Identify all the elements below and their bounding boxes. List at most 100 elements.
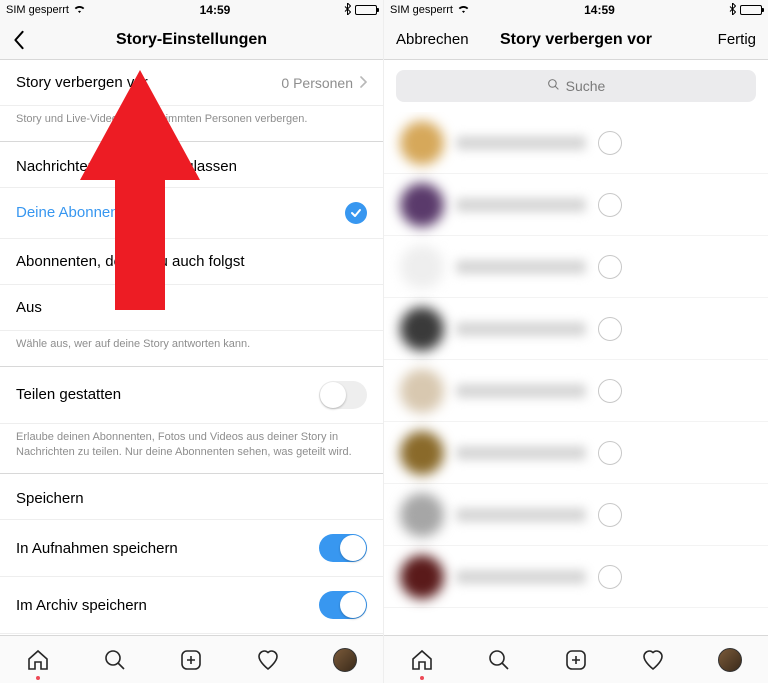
tab-add[interactable] xyxy=(562,646,590,674)
user-avatar-icon xyxy=(400,555,444,599)
reply-option-off[interactable]: Aus xyxy=(0,285,383,331)
reply-option-followers[interactable]: Deine Abonnenten xyxy=(0,188,383,239)
reply-option-following-label: Abonnenten, denen du auch folgst xyxy=(16,253,245,270)
tab-activity[interactable] xyxy=(254,646,282,674)
reply-option-followers-label: Deine Abonnenten xyxy=(16,204,139,221)
user-avatar-icon xyxy=(400,307,444,351)
cancel-label: Abbrechen xyxy=(396,31,469,48)
user-select-radio[interactable] xyxy=(598,131,622,155)
user-name-blurred xyxy=(456,136,586,150)
status-right xyxy=(344,3,377,18)
hide-story-hint: Story und Live-Videos vor bestimmten Per… xyxy=(0,106,383,142)
user-name-blurred xyxy=(456,260,586,274)
back-button[interactable] xyxy=(12,20,26,59)
search-placeholder: Suche xyxy=(566,78,606,94)
tab-profile[interactable] xyxy=(716,646,744,674)
user-row[interactable] xyxy=(384,298,768,360)
user-name-blurred xyxy=(456,570,586,584)
tab-activity[interactable] xyxy=(639,646,667,674)
reply-option-off-label: Aus xyxy=(16,299,42,316)
tab-bar xyxy=(0,635,383,683)
allow-sharing-label: Teilen gestatten xyxy=(16,386,121,403)
avatar-icon xyxy=(718,648,742,672)
user-row[interactable] xyxy=(384,236,768,298)
status-bar: SIM gesperrt 14:59 xyxy=(384,0,768,20)
user-row[interactable] xyxy=(384,112,768,174)
allow-replies-header: Nachrichten als Antwort zulassen xyxy=(0,142,383,188)
status-time: 14:59 xyxy=(584,3,615,17)
tab-search[interactable] xyxy=(485,646,513,674)
user-row[interactable] xyxy=(384,484,768,546)
chevron-right-icon xyxy=(359,75,367,91)
user-avatar-icon xyxy=(400,493,444,537)
search-container: Suche xyxy=(384,60,768,112)
notification-dot-icon xyxy=(36,676,40,680)
user-avatar-icon xyxy=(400,369,444,413)
allow-sharing-hint: Erlaube deinen Abonnenten, Fotos und Vid… xyxy=(0,424,383,475)
tab-home[interactable] xyxy=(408,646,436,674)
carrier-label: SIM gesperrt xyxy=(6,4,69,16)
status-time: 14:59 xyxy=(200,3,231,17)
save-archive-row[interactable]: Im Archiv speichern xyxy=(0,577,383,634)
done-label: Fertig xyxy=(718,31,756,48)
cancel-button[interactable]: Abbrechen xyxy=(396,20,469,59)
user-select-radio[interactable] xyxy=(598,379,622,403)
user-row[interactable] xyxy=(384,360,768,422)
user-select-radio[interactable] xyxy=(598,565,622,589)
tab-bar xyxy=(384,635,768,683)
hide-story-row[interactable]: Story verbergen vor 0 Personen xyxy=(0,60,383,106)
bluetooth-icon xyxy=(729,3,736,18)
avatar-icon xyxy=(333,648,357,672)
user-select-radio[interactable] xyxy=(598,193,622,217)
done-button[interactable]: Fertig xyxy=(718,20,756,59)
allow-sharing-toggle[interactable] xyxy=(319,381,367,409)
battery-icon xyxy=(740,5,762,15)
user-select-radio[interactable] xyxy=(598,503,622,527)
settings-content: Story verbergen vor 0 Personen Story und… xyxy=(0,60,383,635)
status-left: SIM gesperrt xyxy=(390,4,470,17)
search-input[interactable]: Suche xyxy=(396,70,756,102)
user-name-blurred xyxy=(456,508,586,522)
save-archive-label: Im Archiv speichern xyxy=(16,597,147,614)
nav-title: Story verbergen vor xyxy=(500,31,652,49)
screen-story-settings: SIM gesperrt 14:59 Story-Einstellungen S… xyxy=(0,0,384,683)
user-row[interactable] xyxy=(384,174,768,236)
user-list xyxy=(384,112,768,635)
status-right xyxy=(729,3,762,18)
nav-bar: Abbrechen Story verbergen vor Fertig xyxy=(384,20,768,60)
user-avatar-icon xyxy=(400,245,444,289)
tab-profile[interactable] xyxy=(331,646,359,674)
user-select-radio[interactable] xyxy=(598,441,622,465)
wifi-icon xyxy=(457,4,470,17)
user-name-blurred xyxy=(456,198,586,212)
save-archive-toggle[interactable] xyxy=(319,591,367,619)
nav-bar: Story-Einstellungen xyxy=(0,20,383,60)
user-select-radio[interactable] xyxy=(598,255,622,279)
save-camera-row[interactable]: In Aufnahmen speichern xyxy=(0,520,383,577)
user-avatar-icon xyxy=(400,183,444,227)
tab-search[interactable] xyxy=(101,646,129,674)
allow-replies-hint: Wähle aus, wer auf deine Story antworten… xyxy=(0,331,383,367)
save-camera-toggle[interactable] xyxy=(319,534,367,562)
notification-dot-icon xyxy=(420,676,424,680)
user-avatar-icon xyxy=(400,121,444,165)
hide-story-label: Story verbergen vor xyxy=(16,74,148,91)
nav-title: Story-Einstellungen xyxy=(116,31,267,49)
tab-home[interactable] xyxy=(24,646,52,674)
hide-story-value: 0 Personen xyxy=(281,75,353,91)
allow-sharing-row[interactable]: Teilen gestatten xyxy=(0,367,383,424)
carrier-label: SIM gesperrt xyxy=(390,4,453,16)
user-name-blurred xyxy=(456,446,586,460)
checkmark-icon xyxy=(345,202,367,224)
user-select-radio[interactable] xyxy=(598,317,622,341)
user-row[interactable] xyxy=(384,422,768,484)
user-name-blurred xyxy=(456,322,586,336)
reply-option-following[interactable]: Abonnenten, denen du auch folgst xyxy=(0,239,383,285)
tab-add[interactable] xyxy=(177,646,205,674)
user-row[interactable] xyxy=(384,546,768,608)
wifi-icon xyxy=(73,4,86,17)
save-camera-label: In Aufnahmen speichern xyxy=(16,540,178,557)
status-left: SIM gesperrt xyxy=(6,4,86,17)
bluetooth-icon xyxy=(344,3,351,18)
status-bar: SIM gesperrt 14:59 xyxy=(0,0,383,20)
